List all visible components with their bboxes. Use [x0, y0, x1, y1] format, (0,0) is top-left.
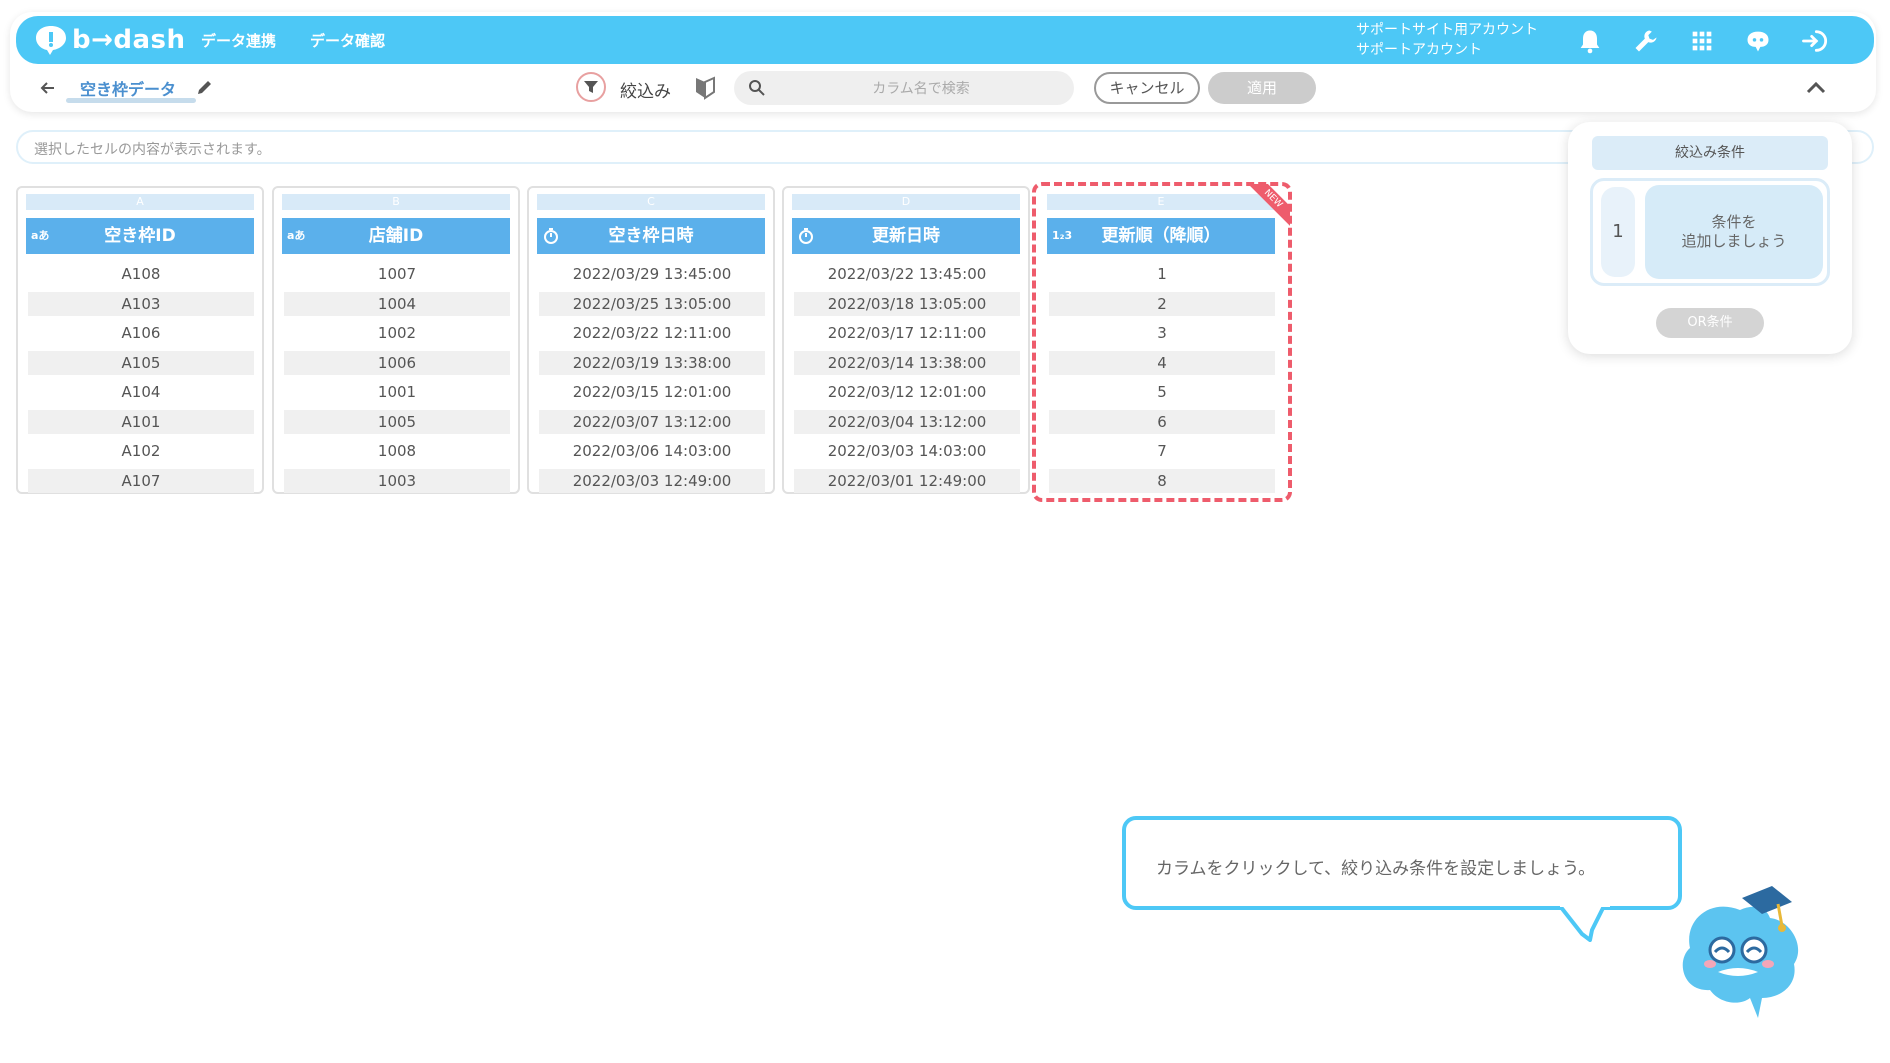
table-cell[interactable]: A108 [28, 262, 254, 286]
condition-group: 1 条件を 追加しましょう [1590, 178, 1830, 286]
back-arrow-icon[interactable] [38, 78, 58, 98]
filter-button[interactable] [576, 72, 606, 102]
table-cell[interactable]: 1001 [284, 380, 510, 404]
column-header[interactable]: aあ 空き枠ID [26, 218, 254, 254]
account-name: サポートサイト用アカウント [1356, 22, 1538, 38]
beginner-mark-icon[interactable] [694, 76, 716, 100]
column-card-b[interactable]: B aあ 店舗ID 1007 1004 1002 1006 1001 1005 … [272, 186, 520, 494]
title-underline [66, 98, 196, 103]
column-card-d[interactable]: D 更新日時 2022/03/22 13:45:00 2022/03/18 13… [782, 186, 1030, 494]
filter-label: 絞込み [620, 82, 671, 102]
table-cell[interactable]: 1006 [284, 351, 510, 375]
column-name: 店舗ID [368, 226, 424, 246]
table-cell[interactable]: 1002 [284, 321, 510, 345]
column-header[interactable]: aあ 店舗ID [282, 218, 510, 254]
table-cell[interactable]: 2022/03/07 13:12:00 [539, 410, 765, 434]
new-column-highlight [1032, 182, 1292, 502]
table-cell[interactable]: A103 [28, 292, 254, 316]
add-condition-line2: 追加しましょう [1681, 232, 1787, 250]
text-type-icon: aあ [287, 229, 306, 242]
condition-number: 1 [1601, 187, 1635, 277]
column-search[interactable] [734, 71, 1074, 107]
bell-icon[interactable] [1576, 27, 1604, 55]
page-title: 空き枠データ [80, 80, 177, 99]
grid-menu-icon[interactable] [1688, 27, 1716, 55]
table-cell[interactable]: 2022/03/18 13:05:00 [794, 292, 1020, 316]
column-name: 更新日時 [872, 226, 940, 246]
hint-text: カラムをクリックして、絞り込み条件を設定しましょう。 [1156, 859, 1596, 879]
column-letter: A [26, 194, 254, 210]
table-cell[interactable]: A104 [28, 380, 254, 404]
table-cell[interactable]: 2022/03/03 14:03:00 [794, 439, 1020, 463]
column-header[interactable]: 更新日時 [792, 218, 1020, 254]
table-cell[interactable]: 2022/03/14 13:38:00 [794, 351, 1020, 375]
table-cell[interactable]: 2022/03/22 13:45:00 [794, 262, 1020, 286]
account-user: サポートアカウント [1356, 42, 1482, 58]
table-cell[interactable]: 2022/03/29 13:45:00 [539, 262, 765, 286]
column-letter: D [792, 194, 1020, 210]
logo[interactable]: b→dash [34, 22, 186, 58]
table-cell[interactable]: 1004 [284, 292, 510, 316]
table-cell[interactable]: 2022/03/15 12:01:00 [539, 380, 765, 404]
stopwatch-icon [542, 218, 560, 260]
column-letter: C [537, 194, 765, 210]
wrench-icon[interactable] [1632, 27, 1660, 55]
table-cell[interactable]: 1008 [284, 439, 510, 463]
nav-data-check[interactable]: データ確認 [310, 30, 385, 51]
nav-data-integration[interactable]: データ連携 [201, 30, 276, 51]
column-card-a[interactable]: A aあ 空き枠ID A108 A103 A106 A105 A104 A101… [16, 186, 264, 494]
support-chat-icon[interactable] [1744, 27, 1772, 55]
column-name: 空き枠ID [104, 226, 176, 246]
add-condition-line1: 条件を [1711, 213, 1757, 231]
filter-conditions-panel: 絞込み条件 1 条件を 追加しましょう OR条件 [1568, 122, 1852, 354]
search-icon [748, 79, 766, 101]
chevron-up-icon[interactable] [1804, 78, 1828, 96]
search-input[interactable] [774, 71, 1068, 107]
table-cell[interactable]: 2022/03/04 13:12:00 [794, 410, 1020, 434]
table-cell[interactable]: 2022/03/22 12:11:00 [539, 321, 765, 345]
app-header: b→dash データ連携 データ確認 サポートサイト用アカウント サポートアカウ… [16, 16, 1874, 64]
add-condition-dropzone[interactable]: 条件を 追加しましょう [1645, 185, 1823, 279]
cancel-button[interactable]: キャンセル [1094, 72, 1200, 104]
table-cell[interactable]: A105 [28, 351, 254, 375]
new-badge: NEW [1246, 184, 1290, 228]
table-cell[interactable]: 2022/03/06 14:03:00 [539, 439, 765, 463]
table-cell[interactable]: 2022/03/03 12:49:00 [539, 469, 765, 493]
conditions-title: 絞込み条件 [1592, 136, 1828, 170]
column-name: 空き枠日時 [608, 226, 694, 246]
table-cell[interactable]: A101 [28, 410, 254, 434]
column-letter: B [282, 194, 510, 210]
table-cell[interactable]: 2022/03/19 13:38:00 [539, 351, 765, 375]
text-type-icon: aあ [31, 229, 50, 242]
new-badge-label: NEW [1246, 184, 1290, 228]
stopwatch-icon [797, 218, 815, 260]
mascot-character [1682, 886, 1799, 1018]
table-cell[interactable]: 1005 [284, 410, 510, 434]
table-cell[interactable]: 1003 [284, 469, 510, 493]
table-cell[interactable]: 1007 [284, 262, 510, 286]
table-cell[interactable]: 2022/03/25 13:05:00 [539, 292, 765, 316]
logout-icon[interactable] [1800, 27, 1828, 55]
table-cell[interactable]: A102 [28, 439, 254, 463]
column-header[interactable]: 空き枠日時 [537, 218, 765, 254]
table-cell[interactable]: A106 [28, 321, 254, 345]
table-cell[interactable]: 2022/03/17 12:11:00 [794, 321, 1020, 345]
cell-content-text: 選択したセルの内容が表示されます。 [34, 142, 271, 158]
table-cell[interactable]: 2022/03/01 12:49:00 [794, 469, 1020, 493]
account-info[interactable]: サポートサイト用アカウント サポートアカウント [1356, 20, 1538, 60]
logo-bubble-icon [36, 26, 66, 55]
bubble-tail [1560, 904, 1610, 942]
apply-button[interactable]: 適用 [1208, 72, 1316, 104]
edit-pencil-icon[interactable] [196, 78, 214, 96]
or-condition-button[interactable]: OR条件 [1656, 308, 1764, 338]
hint-bubble: カラムをクリックして、絞り込み条件を設定しましょう。 [1122, 816, 1682, 910]
table-cell[interactable]: 2022/03/12 12:01:00 [794, 380, 1020, 404]
funnel-icon [584, 81, 598, 93]
logo-text: b→dash [72, 25, 186, 55]
column-card-c[interactable]: C 空き枠日時 2022/03/29 13:45:00 2022/03/25 1… [527, 186, 775, 494]
table-cell[interactable]: A107 [28, 469, 254, 493]
